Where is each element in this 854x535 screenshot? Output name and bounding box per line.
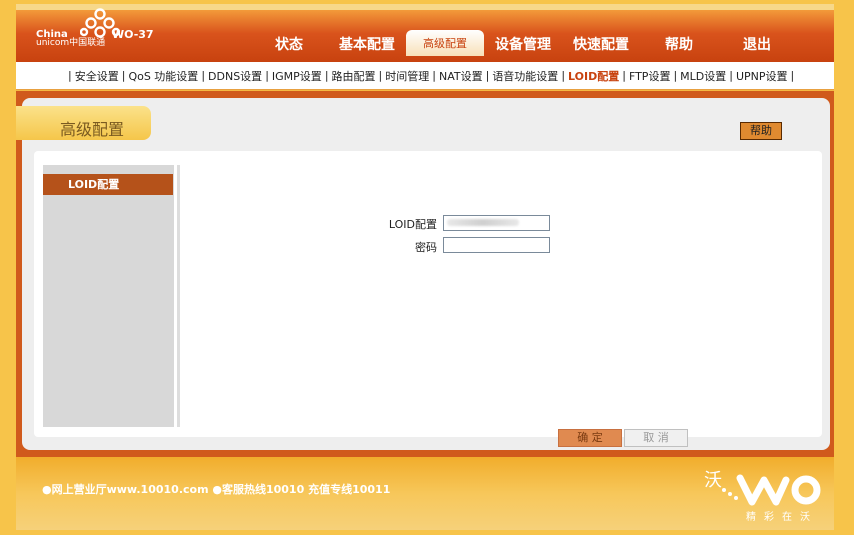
password-input[interactable] [443,237,550,253]
main-nav: 状态 基本配置 高级配置 设备管理 快速配置 帮助 退出 [250,30,796,58]
subnav-separator: | [324,69,329,82]
tab-basic-config[interactable]: 基本配置 [328,30,406,58]
brand-unicom-text: unicom中国联通 [36,38,106,48]
subnav-separator: | [673,69,678,82]
sidebar-divider [177,165,180,427]
subnav-separator: | [432,69,436,82]
subnav-separator: | [378,69,383,82]
footer-slogan: 精彩在沃 [746,512,818,523]
subnav-item-upnp[interactable]: UPNP设置 [736,68,788,84]
subnav-item-ftp[interactable]: FTP设置 [629,68,671,84]
subnav-separator: | [68,69,72,82]
subnav-separator: | [485,69,490,82]
cancel-button[interactable]: 取 消 [624,429,688,447]
tab-help[interactable]: 帮助 [640,30,718,58]
subnav-separator: | [622,69,626,82]
footer-contact-text: ●网上营业厅www.10010.com ●客服热线10010 充值专线10011 [42,483,391,496]
subnav-item-qos[interactable]: QoS 功能设置 [128,68,198,84]
sidebar [43,165,174,427]
loid-label: LOID配置 [388,218,437,231]
tab-device-management[interactable]: 设备管理 [484,30,562,58]
subnav-item-igmp[interactable]: IGMP设置 [272,68,322,84]
page-title: 高级配置 [60,120,125,139]
subnav-item-security[interactable]: 安全设置 [75,68,119,84]
tab-advanced-config[interactable]: 高级配置 [406,30,484,56]
subnav-item-time[interactable]: 时间管理 [385,68,429,84]
subnav-item-mld[interactable]: MLD设置 [680,68,726,84]
loid-value-redacted [447,219,519,226]
tab-quick-config[interactable]: 快速配置 [562,30,640,58]
subnav-item-loid[interactable]: LOID配置 [568,68,619,84]
tab-status[interactable]: 状态 [250,30,328,58]
subnav-separator: | [121,69,126,82]
subnav-item-routing[interactable]: 路由配置 [332,68,376,84]
sidebar-item-loid[interactable]: LOID配置 [43,174,173,195]
wo-brand-char: 沃 [704,470,722,491]
subnav-item-nat[interactable]: NAT设置 [439,68,483,84]
subnav-separator: | [561,69,566,82]
tab-logout[interactable]: 退出 [718,30,796,58]
subnav-item-ddns[interactable]: DDNS设置 [208,68,262,84]
help-button[interactable]: 帮助 [740,122,782,140]
sub-nav: | 安全设置 | QoS 功能设置 | DDNS设置 | IGMP设置 | 路由… [16,62,834,90]
device-model: WO-37 [112,28,154,41]
subnav-separator: | [729,69,733,82]
subnav-separator: | [790,69,795,82]
subnav-separator: | [265,69,269,82]
confirm-button[interactable]: 确 定 [558,429,622,447]
subnav-item-voice[interactable]: 语音功能设置 [492,68,558,84]
password-label: 密码 [415,241,437,254]
subnav-separator: | [201,69,206,82]
